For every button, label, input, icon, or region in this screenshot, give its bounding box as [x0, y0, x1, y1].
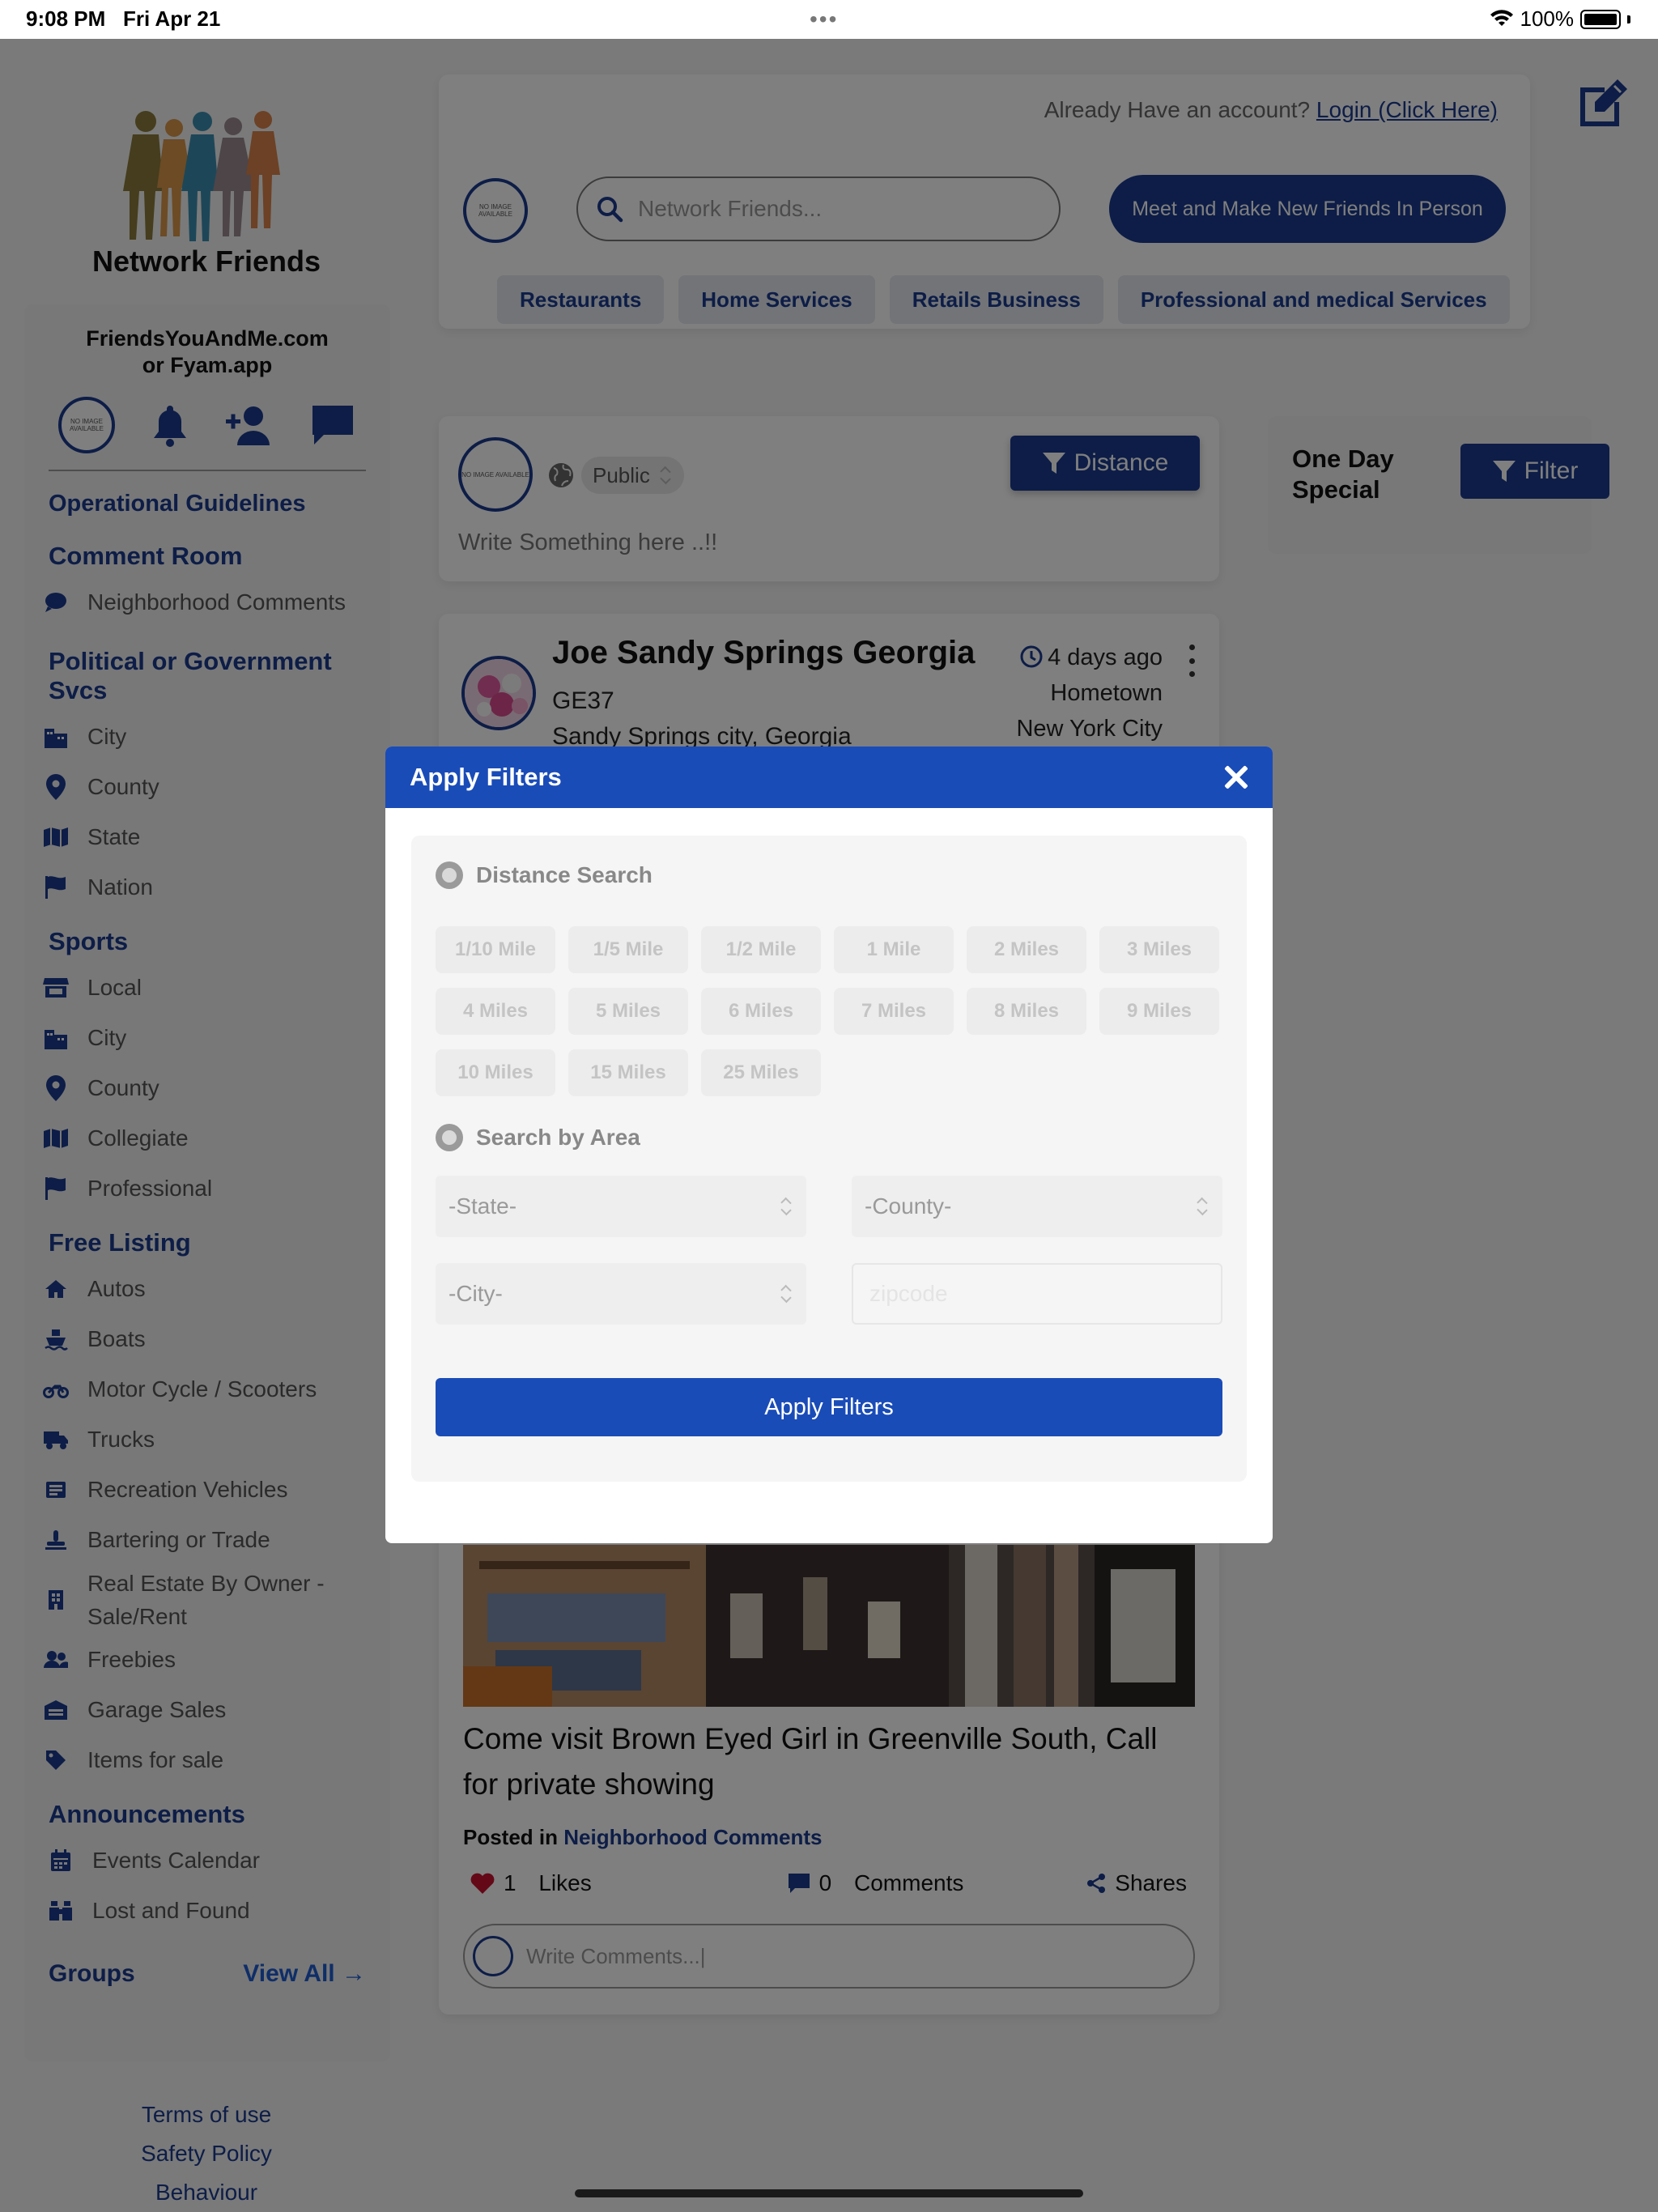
mile-option[interactable]: 7 Miles — [834, 988, 954, 1035]
radio-icon — [436, 1124, 463, 1151]
city-select[interactable]: -City- — [436, 1263, 806, 1325]
mile-option[interactable]: 6 Miles — [701, 988, 821, 1035]
apply-filters-button[interactable]: Apply Filters — [436, 1378, 1222, 1436]
home-indicator[interactable] — [575, 2189, 1083, 2197]
status-time: 9:08 PM Fri Apr 21 — [26, 6, 221, 31]
status-right: 100% — [1490, 6, 1630, 32]
distance-options: 1/10 Mile 1/5 Mile 1/2 Mile 1 Mile 2 Mil… — [436, 926, 1237, 1096]
zipcode-field[interactable] — [852, 1263, 1222, 1325]
mile-option[interactable]: 4 Miles — [436, 988, 555, 1035]
modal-title: Apply Filters — [410, 763, 562, 791]
modal-header: Apply Filters — [385, 747, 1273, 808]
radio-icon — [436, 861, 463, 889]
mile-option[interactable]: 1/5 Mile — [568, 926, 688, 973]
state-select[interactable]: -State- — [436, 1176, 806, 1237]
mile-option[interactable]: 25 Miles — [701, 1049, 821, 1096]
mile-option[interactable]: 1/10 Mile — [436, 926, 555, 973]
status-bar: 9:08 PM Fri Apr 21 ••• 100% — [0, 0, 1658, 39]
mile-option[interactable]: 8 Miles — [967, 988, 1086, 1035]
mile-option[interactable]: 1 Mile — [834, 926, 954, 973]
mile-option[interactable]: 9 Miles — [1099, 988, 1219, 1035]
battery-percent: 100% — [1520, 6, 1575, 31]
chevron-updown-icon — [779, 1196, 793, 1217]
zipcode-input[interactable] — [853, 1265, 1221, 1323]
mile-option[interactable]: 10 Miles — [436, 1049, 555, 1096]
mile-option[interactable]: 5 Miles — [568, 988, 688, 1035]
county-select[interactable]: -County- — [852, 1176, 1222, 1237]
mile-option[interactable]: 1/2 Mile — [701, 926, 821, 973]
search-by-area-radio[interactable]: Search by Area — [436, 1124, 640, 1151]
chevron-updown-icon — [779, 1283, 793, 1304]
close-icon[interactable] — [1224, 765, 1248, 789]
mile-option[interactable]: 3 Miles — [1099, 926, 1219, 973]
mile-option[interactable]: 2 Miles — [967, 926, 1086, 973]
distance-search-radio[interactable]: Distance Search — [436, 861, 653, 889]
mile-option[interactable]: 15 Miles — [568, 1049, 688, 1096]
chevron-updown-icon — [1195, 1196, 1209, 1217]
battery-icon — [1580, 9, 1621, 29]
filters-panel: Distance Search 1/10 Mile 1/5 Mile 1/2 M… — [411, 836, 1247, 1482]
apply-filters-modal: Apply Filters Distance Search 1/10 Mile … — [385, 747, 1273, 1543]
wifi-icon — [1490, 9, 1513, 26]
multitask-dots[interactable]: ••• — [810, 6, 838, 32]
